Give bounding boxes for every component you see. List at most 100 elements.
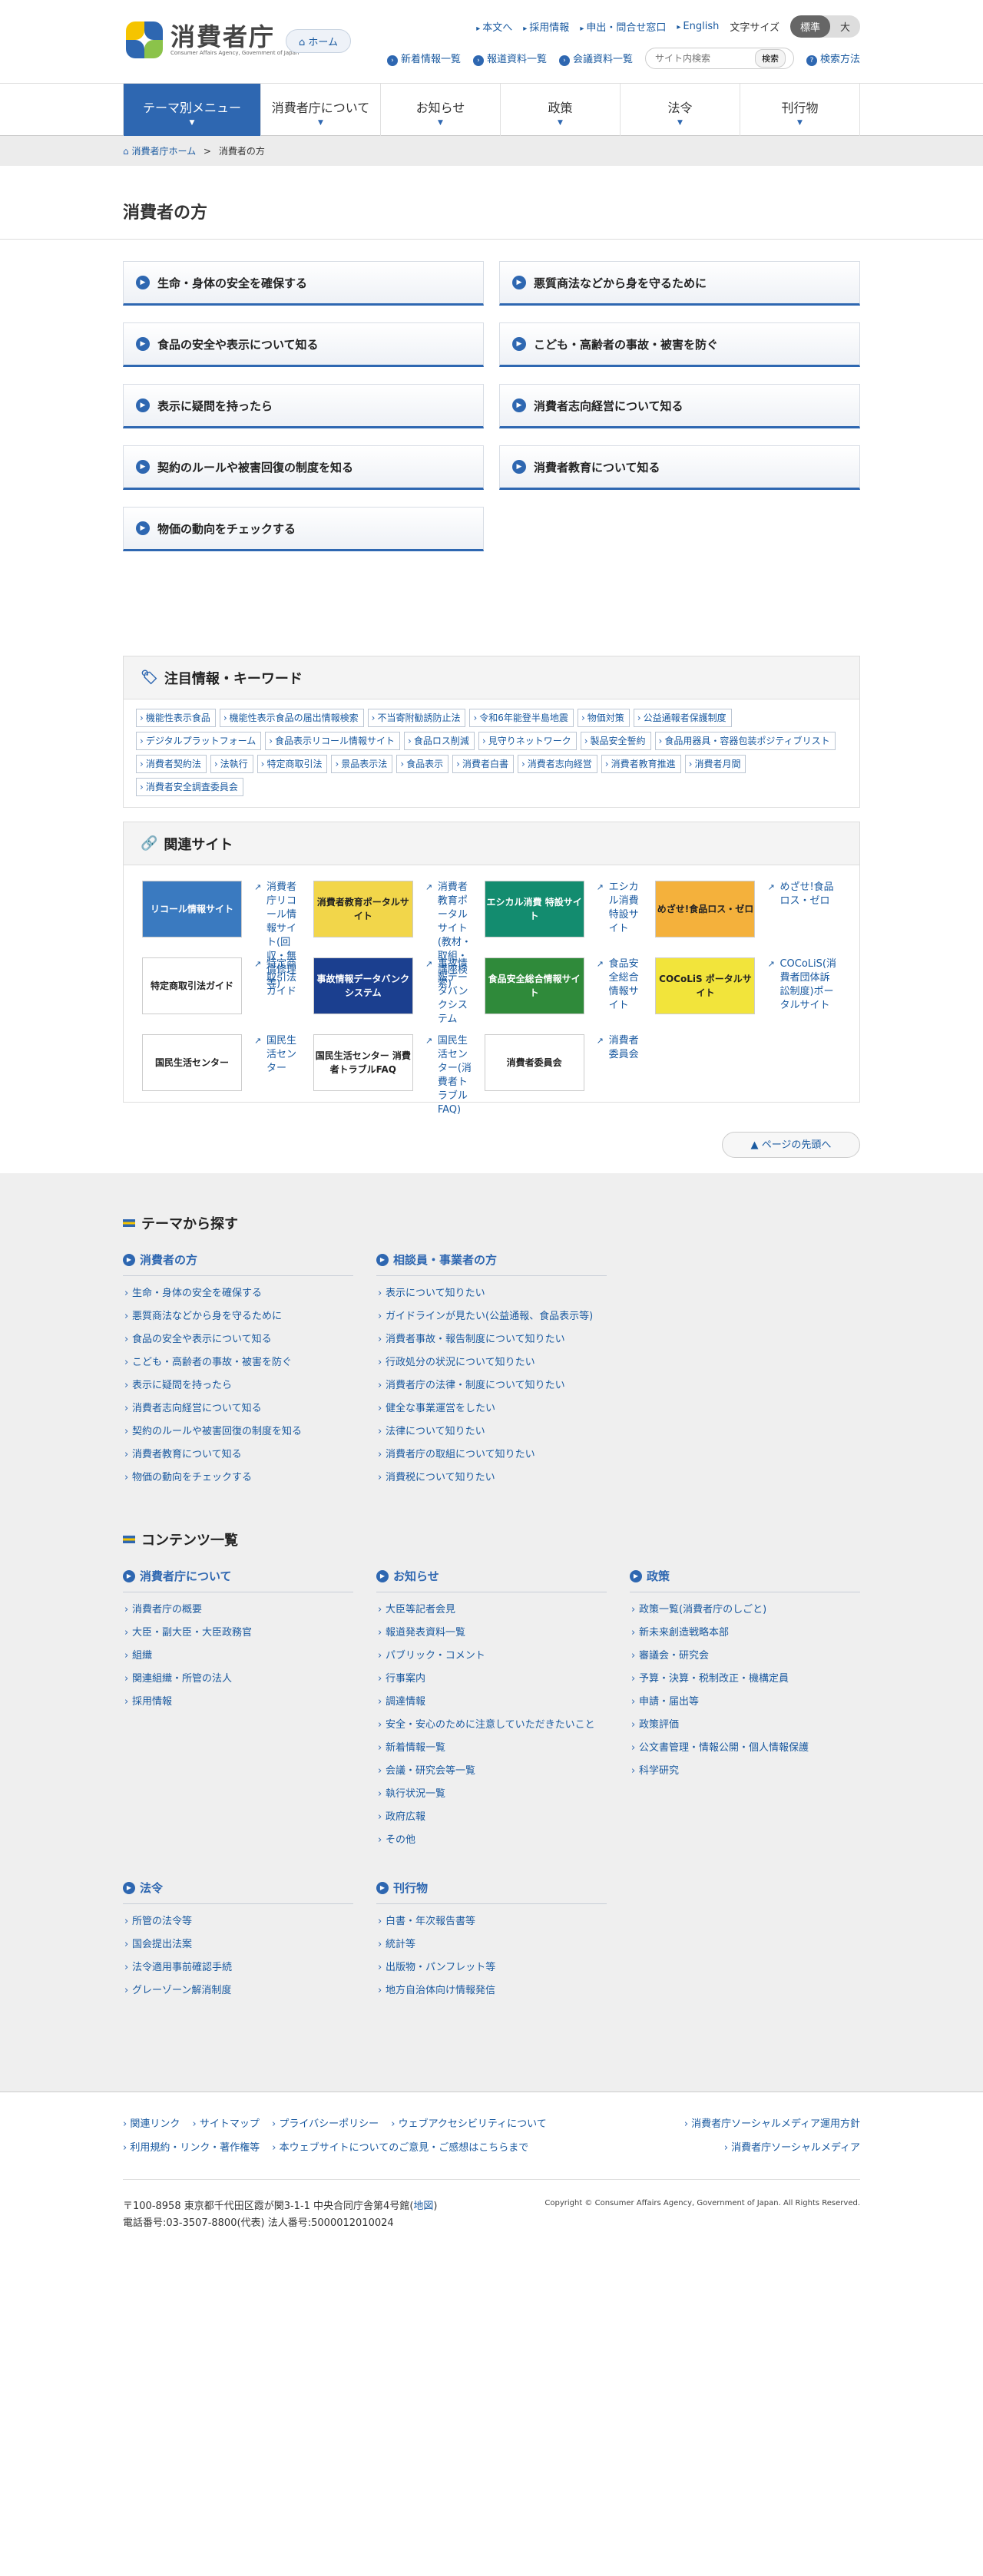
related-site-link[interactable]: めざせ!食品ロス・ゼロ — [768, 881, 836, 942]
footer-link-accessibility[interactable]: ウェブアクセシビリティについて — [391, 2118, 547, 2130]
keyword-tag[interactable]: 消費者安全調査委員会 — [136, 778, 243, 796]
keyword-tag[interactable]: 令和6年能登半島地震 — [469, 709, 574, 727]
related-site-link[interactable]: 特定商取引法ガイド — [254, 957, 306, 1019]
footer-nav-link[interactable]: 消費者庁の取組について知りたい — [376, 1443, 607, 1467]
press-list-link[interactable]: › 報道資料一覧 — [472, 51, 547, 66]
footer-nav-link[interactable]: 法令適用事前確認手続 — [123, 1956, 353, 1979]
category-button[interactable]: ▶ 生命・身体の安全を確保する — [123, 261, 484, 306]
footer-link-privacy[interactable]: プライバシーポリシー — [272, 2118, 379, 2130]
related-site-banner[interactable]: 消費者委員会 — [484, 1034, 584, 1091]
gnav-policy[interactable]: 政策 ▼ — [501, 84, 621, 136]
footer-nav-link[interactable]: 政府広報 — [376, 1806, 607, 1829]
footer-nav-link[interactable]: 執行状況一覧 — [376, 1783, 607, 1806]
footer-nav-heading[interactable]: ▶ 政策 — [630, 1568, 860, 1592]
category-button[interactable]: ▶ 表示に疑問を持ったら — [123, 384, 484, 428]
gnav-theme-menu[interactable]: テーマ別メニュー ▼ — [123, 84, 261, 136]
gnav-law[interactable]: 法令 ▼ — [621, 84, 740, 136]
footer-nav-link[interactable]: 新着情報一覧 — [376, 1737, 607, 1760]
footer-nav-link[interactable]: 消費者教育について知る — [123, 1443, 353, 1467]
footer-nav-link[interactable]: グレーゾーン解消制度 — [123, 1979, 353, 2002]
search-button[interactable]: 検索 — [754, 49, 786, 68]
footer-nav-link[interactable]: 消費者志向経営について知る — [123, 1397, 353, 1420]
footer-link-sns-policy[interactable]: 消費者庁ソーシャルメディア運用方針 — [684, 2118, 860, 2130]
footer-nav-heading[interactable]: ▶ 相談員・事業者の方 — [376, 1252, 607, 1276]
home-button[interactable]: ⌂ ホーム — [286, 29, 352, 53]
footer-link-feedback[interactable]: 本ウェブサイトについてのご意見・ご感想はこちらまで — [272, 2142, 528, 2154]
keyword-tag[interactable]: 公益通報者保護制度 — [633, 709, 732, 727]
related-site-link[interactable]: 食品安全総合情報サイト — [597, 957, 648, 1019]
keyword-tag[interactable]: 法執行 — [210, 755, 253, 773]
category-button[interactable]: ▶ こども・高齢者の事故・被害を防ぐ — [499, 322, 860, 367]
footer-nav-link[interactable]: 組織 — [123, 1645, 353, 1668]
footer-nav-link[interactable]: 健全な事業運営をしたい — [376, 1397, 607, 1420]
footer-nav-heading[interactable]: ▶ 刊行物 — [376, 1880, 607, 1904]
search-input[interactable] — [647, 53, 755, 64]
category-button[interactable]: ▶ 契約のルールや被害回復の制度を知る — [123, 445, 484, 490]
footer-nav-link[interactable]: 生命・身体の安全を確保する — [123, 1282, 353, 1305]
related-site-link[interactable]: 事故情報データバンクシステム — [425, 957, 477, 1025]
footer-nav-heading[interactable]: ▶ 法令 — [123, 1880, 353, 1904]
related-site-link[interactable]: 消費者委員会 — [597, 1034, 648, 1096]
keyword-tag[interactable]: 特定商取引法 — [257, 755, 328, 773]
map-link[interactable]: 地図 — [413, 2201, 433, 2212]
footer-nav-link[interactable]: ガイドラインが見たい(公益通報、食品表示等) — [376, 1305, 607, 1328]
breadcrumb-home[interactable]: 消費者庁ホーム — [131, 146, 196, 157]
related-site-banner[interactable]: エシカル消費 特設サイト — [484, 881, 584, 937]
footer-nav-link[interactable]: 法律について知りたい — [376, 1420, 607, 1443]
footer-nav-link[interactable]: 会議・研究会等一覧 — [376, 1760, 607, 1783]
footer-nav-link[interactable]: 調達情報 — [376, 1691, 607, 1714]
related-site-banner[interactable]: COCoLiS ポータルサイト — [655, 957, 756, 1014]
footer-nav-link[interactable]: こども・高齢者の事故・被害を防ぐ — [123, 1351, 353, 1374]
page-top-button[interactable]: ▲ ページの先頭へ — [722, 1132, 860, 1158]
footer-nav-link[interactable]: 行事案内 — [376, 1668, 607, 1691]
keyword-tag[interactable]: 見守りネットワーク — [478, 732, 577, 750]
keyword-tag[interactable]: デジタルプラットフォーム — [136, 732, 262, 750]
english-link[interactable]: English — [677, 21, 719, 32]
footer-nav-heading[interactable]: ▶ お知らせ — [376, 1568, 607, 1592]
news-list-link[interactable]: › 新着情報一覧 — [386, 51, 461, 66]
footer-nav-link[interactable]: 物価の動向をチェックする — [123, 1467, 353, 1490]
footer-nav-link[interactable]: 採用情報 — [123, 1691, 353, 1714]
footer-nav-link[interactable]: 所管の法令等 — [123, 1910, 353, 1933]
footer-nav-link[interactable]: 表示について知りたい — [376, 1282, 607, 1305]
footer-nav-link[interactable]: 消費税について知りたい — [376, 1467, 607, 1490]
footer-nav-link[interactable]: 大臣等記者会見 — [376, 1599, 607, 1622]
footer-nav-link[interactable]: 国会提出法案 — [123, 1933, 353, 1956]
category-button[interactable]: ▶ 食品の安全や表示について知る — [123, 322, 484, 367]
related-site-link[interactable]: 国民生活センター(消費者トラブルFAQ) — [425, 1034, 477, 1116]
footer-nav-link[interactable]: 新未来創造戦略本部 — [630, 1622, 860, 1645]
contact-link[interactable]: 申出・問合せ窓口 — [580, 19, 666, 34]
site-logo[interactable]: 消費者庁 Consumer Affairs Agency, Government… — [123, 18, 299, 61]
category-button[interactable]: ▶ 物価の動向をチェックする — [123, 507, 484, 551]
recruit-link[interactable]: 採用情報 — [523, 19, 569, 34]
footer-nav-link[interactable]: 科学研究 — [630, 1760, 860, 1783]
keyword-tag[interactable]: 消費者白書 — [452, 755, 514, 773]
related-site-link[interactable]: 消費者教育ポータルサイト(教材・取組・講座検索) — [425, 881, 477, 990]
keyword-tag[interactable]: 景品表示法 — [331, 755, 393, 773]
category-button[interactable]: ▶ 悪質商法などから身を守るために — [499, 261, 860, 306]
keyword-tag[interactable]: 製品安全誓約 — [580, 732, 651, 750]
footer-nav-link[interactable]: 大臣・副大臣・大臣政務官 — [123, 1622, 353, 1645]
footer-nav-link[interactable]: 行政処分の状況について知りたい — [376, 1351, 607, 1374]
footer-nav-link[interactable]: 報道発表資料一覧 — [376, 1622, 607, 1645]
related-site-banner[interactable]: 国民生活センター — [142, 1034, 242, 1091]
footer-nav-link[interactable]: 悪質商法などから身を守るために — [123, 1305, 353, 1328]
footer-nav-link[interactable]: 関連組織・所管の法人 — [123, 1668, 353, 1691]
footer-nav-link[interactable]: パブリック・コメント — [376, 1645, 607, 1668]
keyword-tag[interactable]: 食品表示リコール情報サイト — [265, 732, 401, 750]
related-site-banner[interactable]: 消費者教育ポータルサイト — [313, 881, 413, 937]
footer-nav-link[interactable]: 政策一覧(消費者庁のしごと) — [630, 1599, 860, 1622]
footer-nav-link[interactable]: 地方自治体向け情報発信 — [376, 1979, 607, 2002]
footer-nav-link[interactable]: 食品の安全や表示について知る — [123, 1328, 353, 1351]
footer-nav-heading[interactable]: ▶ 消費者庁について — [123, 1568, 353, 1592]
footer-link-sns[interactable]: 消費者庁ソーシャルメディア — [724, 2142, 860, 2154]
keyword-tag[interactable]: 消費者教育推進 — [601, 755, 681, 773]
footer-link-related[interactable]: 関連リンク — [123, 2118, 180, 2130]
footer-nav-link[interactable]: 白書・年次報告書等 — [376, 1910, 607, 1933]
footer-nav-heading[interactable]: ▶ 消費者の方 — [123, 1252, 353, 1276]
category-button[interactable]: ▶ 消費者教育について知る — [499, 445, 860, 490]
keyword-tag[interactable]: 食品用器具・容器包装ポジティブリスト — [654, 732, 836, 750]
keyword-tag[interactable]: 食品ロス削減 — [404, 732, 475, 750]
footer-nav-link[interactable]: 統計等 — [376, 1933, 607, 1956]
footer-nav-link[interactable]: 予算・決算・税制改正・機構定員 — [630, 1668, 860, 1691]
